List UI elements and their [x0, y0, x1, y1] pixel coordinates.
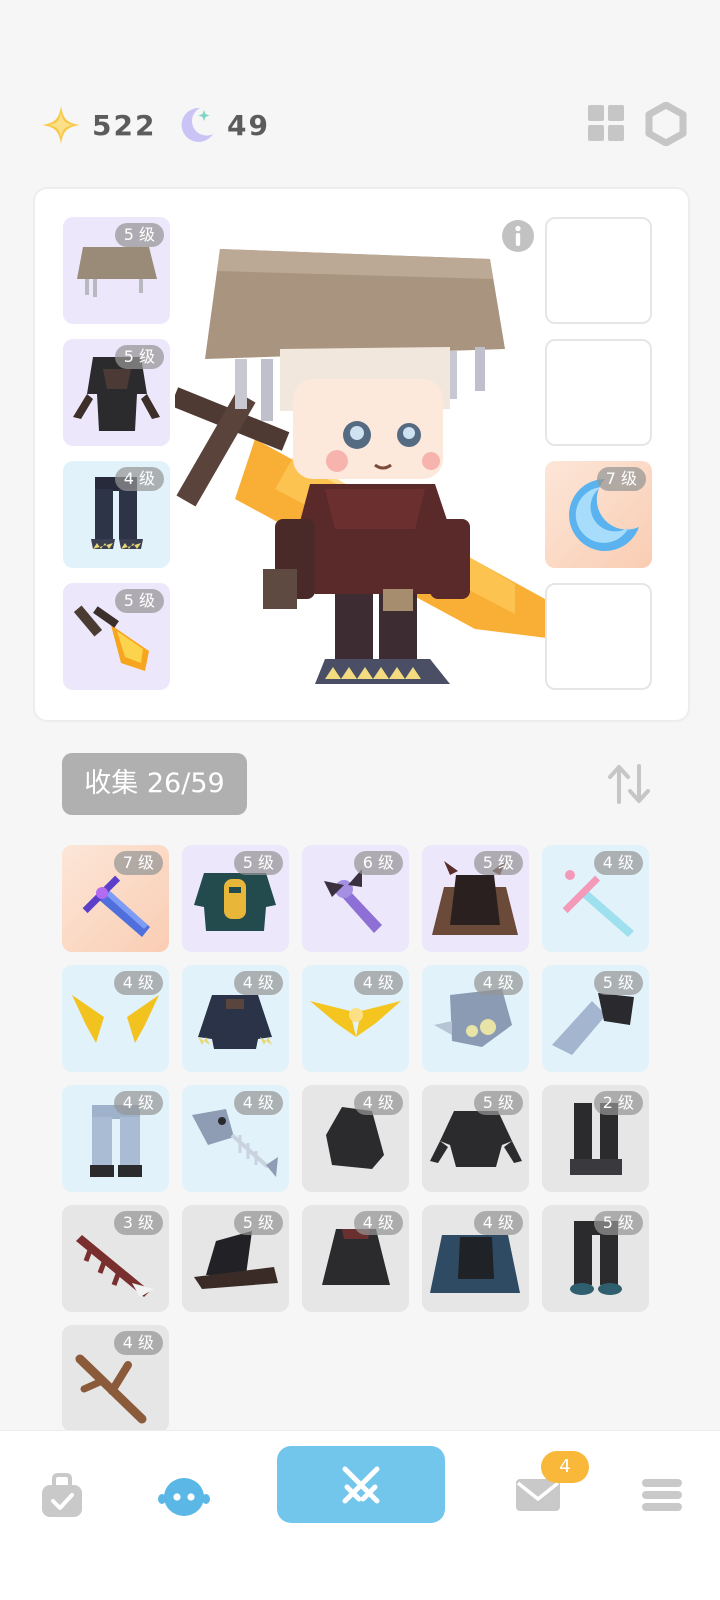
collection-item[interactable]: 4 级 [302, 1085, 409, 1192]
level-badge: 5 级 [114, 223, 164, 247]
moon-currency[interactable]: 49 [175, 100, 270, 150]
mail-badge: 4 [541, 1451, 589, 1483]
level-badge: 7 级 [113, 851, 163, 875]
level-badge: 4 级 [113, 1091, 163, 1115]
collection-item[interactable]: 2 级 [542, 1085, 649, 1192]
level-badge: 4 级 [353, 1211, 403, 1235]
level-badge: 3 级 [113, 1211, 163, 1235]
collection-item[interactable]: 4 级 [62, 965, 169, 1072]
level-badge: 5 级 [114, 589, 164, 613]
level-badge: 4 级 [353, 971, 403, 995]
level-badge: 4 级 [473, 971, 523, 995]
equip-slot-pants[interactable]: 4 级 [63, 461, 170, 568]
moon-count: 49 [227, 108, 270, 142]
character-panel: 5 级 5 级 4 级 5 级 7 级 [33, 187, 690, 722]
collection-item[interactable]: 4 级 [542, 845, 649, 952]
currency-bar: 522 49 [40, 100, 690, 150]
collection-item[interactable]: 4 级 [182, 965, 289, 1072]
collection-item[interactable]: 5 级 [542, 1205, 649, 1312]
collection-item[interactable]: 5 级 [182, 1205, 289, 1312]
nav-character[interactable] [158, 1469, 210, 1521]
collection-item[interactable]: 4 级 [422, 965, 529, 1072]
equip-slot-empty-3[interactable] [545, 583, 652, 690]
level-badge: 7 级 [596, 467, 646, 491]
collection-item[interactable]: 3 级 [62, 1205, 169, 1312]
collection-item[interactable]: 4 级 [62, 1325, 169, 1432]
menu-icon [642, 1479, 682, 1511]
level-badge: 5 级 [473, 851, 523, 875]
collection-item[interactable]: 4 级 [62, 1085, 169, 1192]
character-icon [158, 1478, 210, 1516]
level-badge: 4 级 [473, 1211, 523, 1235]
level-badge: 2 级 [593, 1091, 643, 1115]
collection-item[interactable]: 4 级 [182, 1085, 289, 1192]
level-badge: 5 级 [233, 1211, 283, 1235]
battle-button[interactable] [277, 1446, 445, 1523]
level-badge: 6 级 [353, 851, 403, 875]
collection-counter[interactable]: 收集 26/59 [62, 753, 247, 815]
level-badge: 4 级 [233, 1091, 283, 1115]
equip-slot-hat[interactable]: 5 级 [63, 217, 170, 324]
collection-item[interactable]: 5 级 [182, 845, 289, 952]
collection-item[interactable]: 4 级 [302, 1205, 409, 1312]
level-badge: 4 级 [114, 467, 164, 491]
level-badge: 5 级 [473, 1091, 523, 1115]
star-count: 522 [92, 108, 157, 142]
star-currency[interactable]: 522 [40, 100, 156, 150]
level-badge: 4 级 [233, 971, 283, 995]
collection-item[interactable]: 5 级 [542, 965, 649, 1072]
info-icon[interactable] [501, 219, 535, 253]
grid-icon[interactable] [588, 105, 624, 141]
level-badge: 4 级 [113, 971, 163, 995]
level-badge: 5 级 [114, 345, 164, 369]
equip-slot-coat[interactable]: 5 级 [63, 339, 170, 446]
sort-icon[interactable] [605, 760, 653, 808]
collection-item[interactable]: 4 级 [302, 965, 409, 1072]
equip-slot-weapon[interactable]: 5 级 [63, 583, 170, 690]
collection-item[interactable]: 6 级 [302, 845, 409, 952]
level-badge: 4 级 [593, 851, 643, 875]
nav-bag[interactable] [36, 1469, 88, 1521]
character-avatar [175, 249, 555, 684]
crossed-swords-icon [342, 1466, 380, 1503]
level-badge: 5 级 [233, 851, 283, 875]
hexagon-icon[interactable] [645, 102, 687, 146]
level-badge: 5 级 [593, 1211, 643, 1235]
equip-slot-empty-1[interactable] [545, 217, 652, 324]
crescent-moon-icon [181, 107, 213, 142]
collection-item[interactable]: 7 级 [62, 845, 169, 952]
sparkle-star-icon [42, 106, 80, 144]
equip-slot-empty-2[interactable] [545, 339, 652, 446]
bag-icon [42, 1473, 82, 1517]
equip-slot-accessory[interactable]: 7 级 [545, 461, 652, 568]
nav-menu[interactable] [636, 1469, 688, 1521]
collection-item[interactable]: 5 级 [422, 845, 529, 952]
bottom-navigation: 4 [0, 1430, 720, 1600]
level-badge: 4 级 [113, 1331, 163, 1355]
level-badge: 4 级 [353, 1091, 403, 1115]
collection-item[interactable]: 4 级 [422, 1205, 529, 1312]
collection-item[interactable]: 5 级 [422, 1085, 529, 1192]
level-badge: 5 级 [593, 971, 643, 995]
